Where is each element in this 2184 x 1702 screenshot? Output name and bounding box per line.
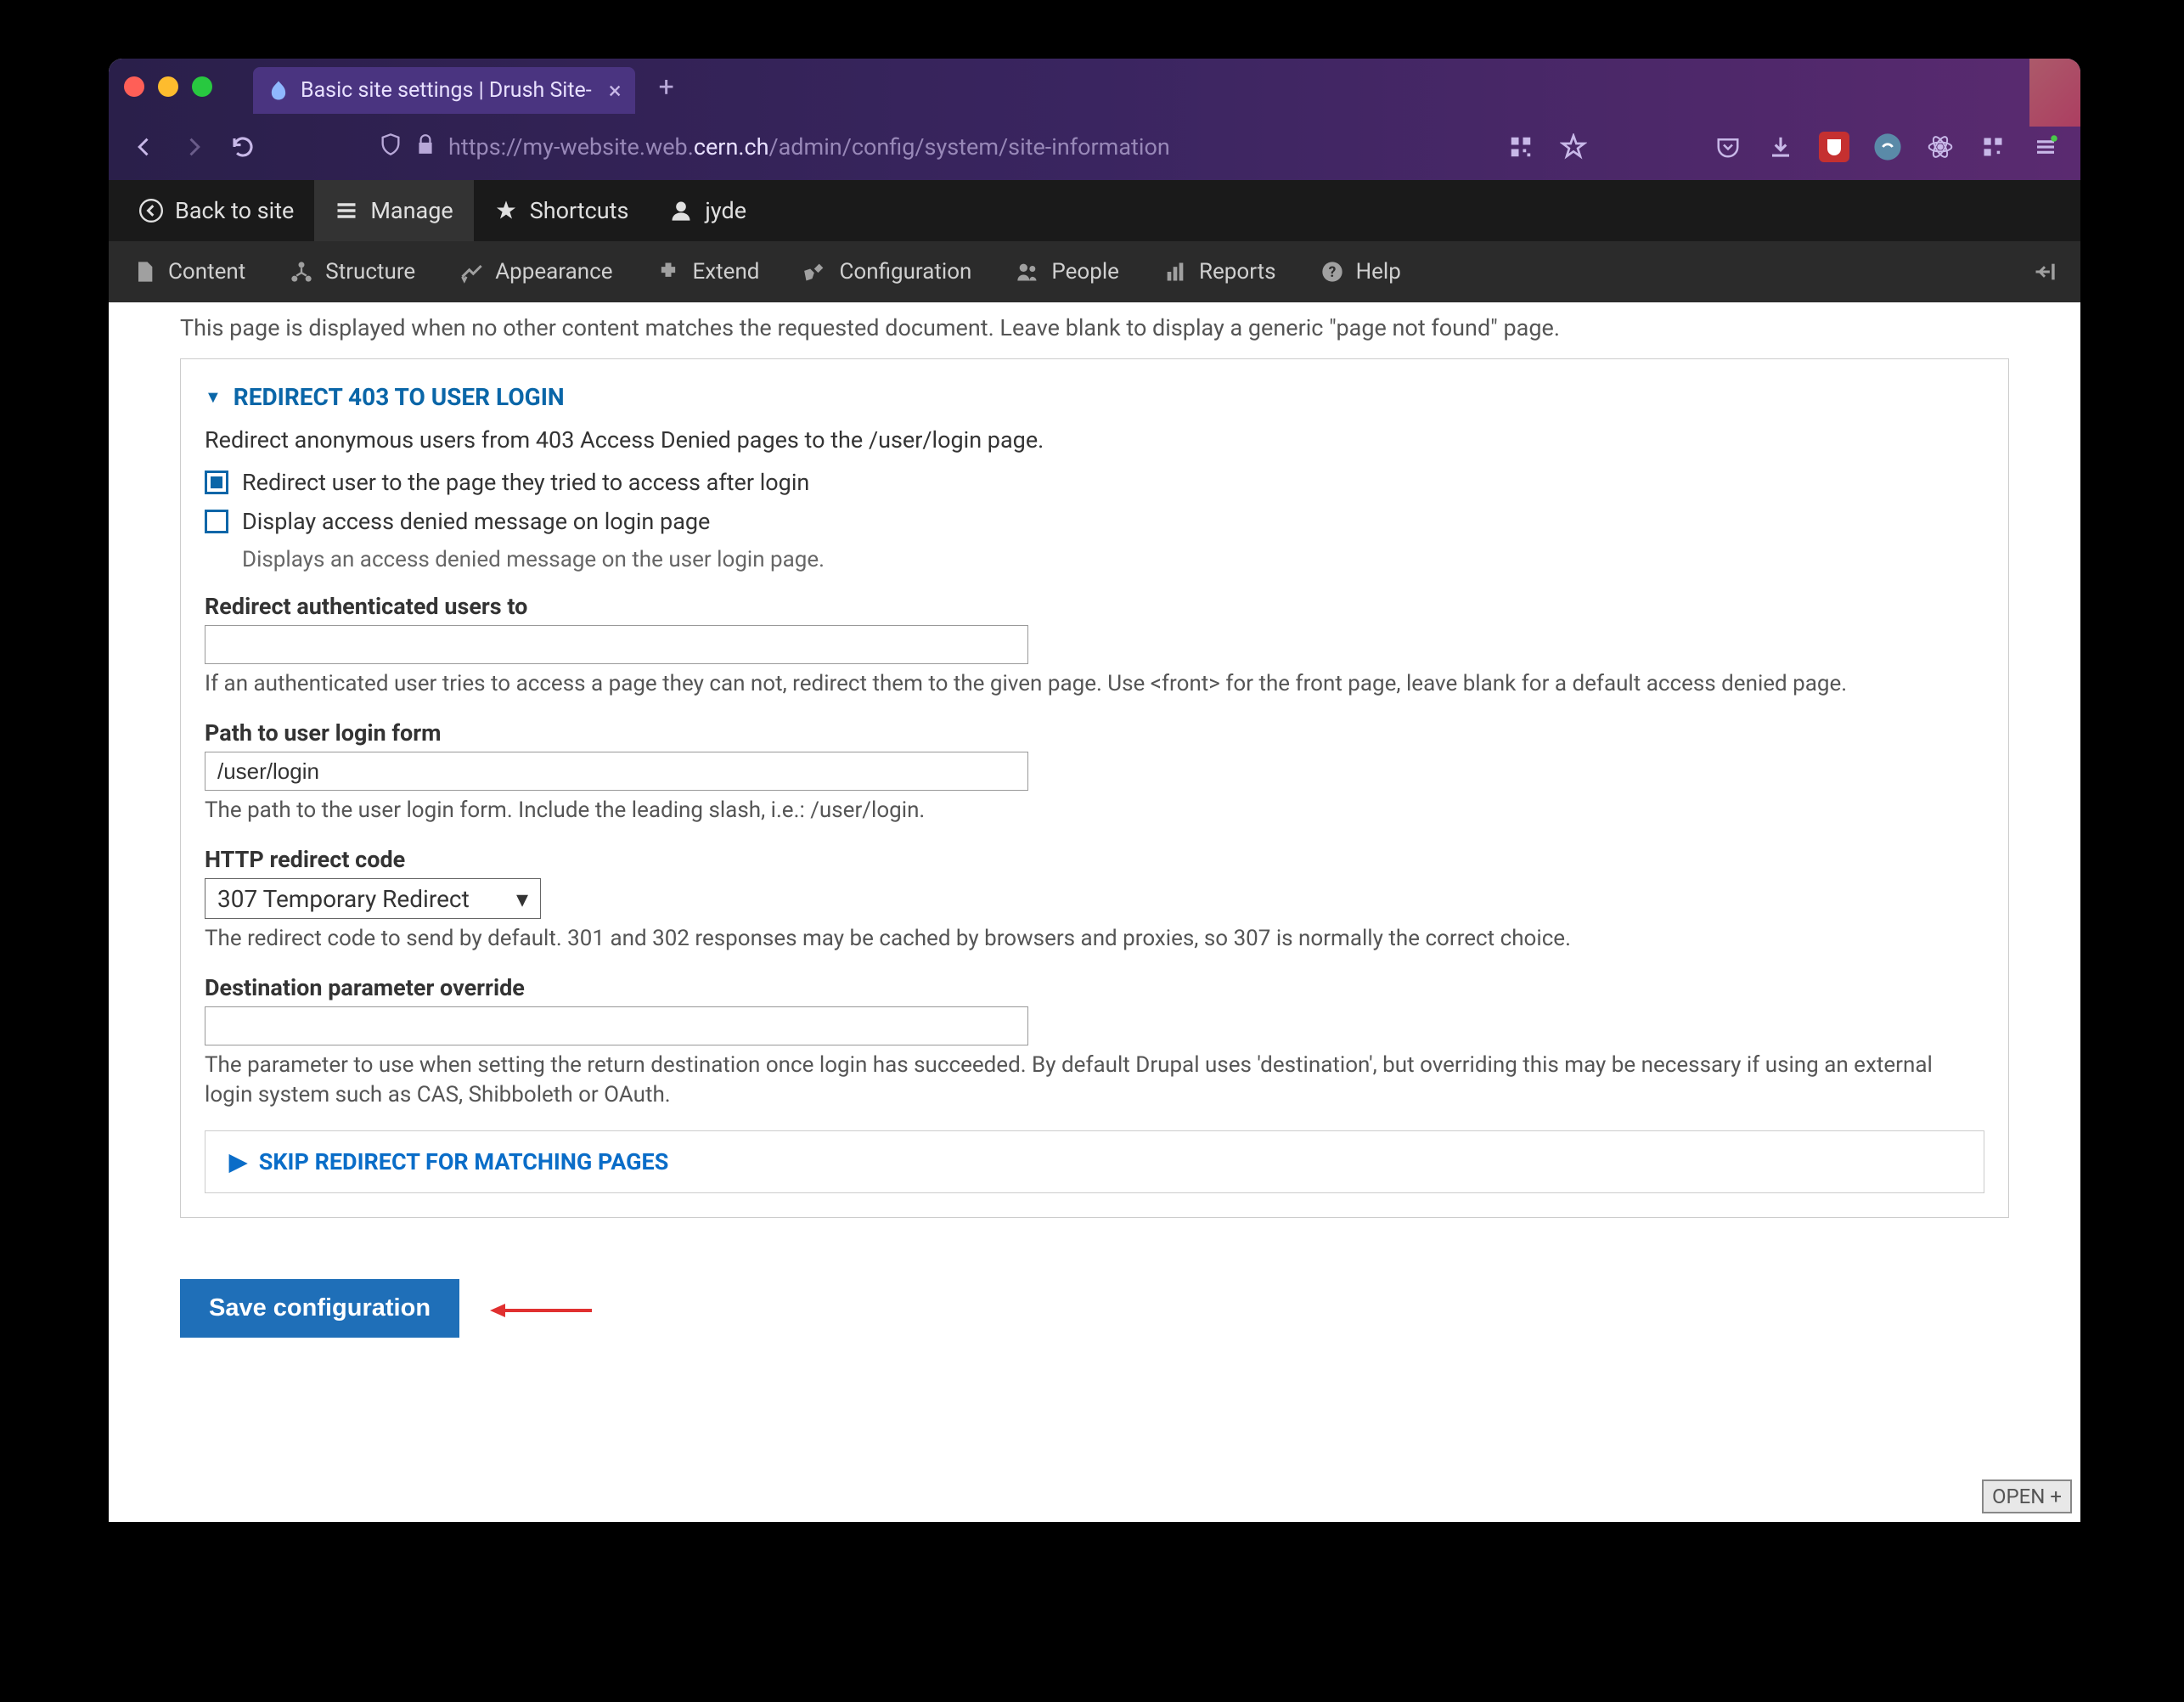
pocket-icon[interactable] bbox=[1714, 132, 1742, 161]
browser-tab[interactable]: Basic site settings | Drush Site- × bbox=[253, 67, 635, 114]
back-to-site-label: Back to site bbox=[175, 197, 294, 224]
display-denied-checkbox[interactable] bbox=[205, 510, 228, 533]
menu-extend[interactable]: Extend bbox=[634, 241, 781, 302]
menu-structure-label: Structure bbox=[325, 259, 415, 285]
manage-toggle[interactable]: Manage bbox=[314, 180, 473, 241]
minimize-window-button[interactable] bbox=[158, 76, 178, 97]
menu-people[interactable]: People bbox=[993, 241, 1141, 302]
redirect-after-login-checkbox[interactable] bbox=[205, 471, 228, 494]
menu-content-label: Content bbox=[168, 259, 245, 285]
dest-override-label: Destination parameter override bbox=[205, 974, 1984, 1001]
redirect-auth-help: If an authenticated user tries to access… bbox=[205, 669, 1984, 699]
fieldset-title-label: REDIRECT 403 TO USER LOGIN bbox=[234, 383, 565, 411]
apps-icon[interactable] bbox=[1979, 132, 2007, 161]
browser-toolbar-icons bbox=[1506, 132, 2060, 162]
http-code-label: HTTP redirect code bbox=[205, 846, 1984, 873]
url-bar[interactable]: https://my-website.web.cern.ch/admin/con… bbox=[379, 132, 1488, 162]
qr-icon[interactable] bbox=[1506, 132, 1535, 161]
back-to-site[interactable]: Back to site bbox=[119, 180, 314, 241]
drupal-admin-bar-secondary: Content Structure Appearance Extend Conf… bbox=[109, 241, 2080, 302]
user-label: jyde bbox=[705, 197, 746, 224]
new-tab-button[interactable]: + bbox=[659, 70, 674, 103]
display-denied-label: Display access denied message on login p… bbox=[242, 508, 710, 535]
display-denied-help: Displays an access denied message on the… bbox=[242, 547, 1984, 572]
chevron-down-icon: ▼ bbox=[205, 386, 222, 408]
menu-structure[interactable]: Structure bbox=[267, 241, 437, 302]
redirect-after-login-label: Redirect user to the page they tried to … bbox=[242, 469, 809, 496]
menu-reports[interactable]: Reports bbox=[1141, 241, 1298, 302]
save-configuration-button[interactable]: Save configuration bbox=[180, 1279, 459, 1338]
login-path-help: The path to the user login form. Include… bbox=[205, 796, 1984, 826]
menu-appearance[interactable]: Appearance bbox=[437, 241, 634, 302]
redirect-auth-label: Redirect authenticated users to bbox=[205, 593, 1984, 620]
redirect-403-fieldset: ▼ REDIRECT 403 TO USER LOGIN Redirect an… bbox=[180, 358, 2009, 1218]
drupal-icon bbox=[267, 79, 290, 103]
fieldset-description: Redirect anonymous users from 403 Access… bbox=[205, 426, 1984, 454]
dest-override-input[interactable] bbox=[205, 1006, 1028, 1045]
open-badge[interactable]: OPEN + bbox=[1982, 1479, 2072, 1513]
skip-redirect-toggle[interactable]: ▶ SKIP REDIRECT FOR MATCHING PAGES bbox=[229, 1148, 1960, 1175]
redirect-after-login-row: Redirect user to the page they tried to … bbox=[205, 469, 1984, 496]
shortcuts-label: Shortcuts bbox=[530, 197, 629, 224]
close-tab-icon[interactable]: × bbox=[609, 76, 622, 104]
close-window-button[interactable] bbox=[124, 76, 144, 97]
http-code-value: 307 Temporary Redirect bbox=[217, 885, 470, 913]
menu-appearance-label: Appearance bbox=[495, 259, 612, 285]
chevron-right-icon: ▶ bbox=[229, 1148, 247, 1175]
menu-extend-label: Extend bbox=[692, 259, 759, 285]
browser-window: Basic site settings | Drush Site- × + ht… bbox=[109, 59, 2080, 1522]
user-menu[interactable]: jyde bbox=[649, 180, 767, 241]
login-path-label: Path to user login form bbox=[205, 719, 1984, 747]
menu-help-label: Help bbox=[1356, 259, 1401, 285]
back-button[interactable] bbox=[129, 132, 160, 162]
arrow-annotation bbox=[490, 1288, 592, 1328]
bookmark-icon[interactable] bbox=[1559, 132, 1588, 161]
menu-reports-label: Reports bbox=[1199, 259, 1276, 285]
react-icon[interactable] bbox=[1926, 132, 1955, 161]
http-code-help: The redirect code to send by default. 30… bbox=[205, 924, 1984, 954]
ublock-icon[interactable] bbox=[1819, 132, 1849, 162]
helper-text: This page is displayed when no other con… bbox=[180, 302, 2009, 358]
save-row: Save configuration bbox=[180, 1279, 2009, 1338]
svg-text:?: ? bbox=[1328, 264, 1336, 281]
page-content: This page is displayed when no other con… bbox=[109, 302, 2080, 1409]
browser-nav-bar: https://my-website.web.cern.ch/admin/con… bbox=[109, 114, 2080, 180]
skip-redirect-fieldset: ▶ SKIP REDIRECT FOR MATCHING PAGES bbox=[205, 1130, 1984, 1193]
menu-configuration[interactable]: Configuration bbox=[781, 241, 993, 302]
redirect-auth-input[interactable] bbox=[205, 625, 1028, 664]
drupal-admin-bar-primary: Back to site Manage Shortcuts jyde bbox=[109, 180, 2080, 241]
tab-title: Basic site settings | Drush Site- bbox=[301, 78, 592, 103]
download-icon[interactable] bbox=[1766, 132, 1795, 161]
forward-button[interactable] bbox=[178, 132, 209, 162]
toolbar-orientation-toggle[interactable] bbox=[2011, 241, 2079, 302]
dest-override-help: The parameter to use when setting the re… bbox=[205, 1051, 1984, 1110]
menu-content[interactable]: Content bbox=[110, 241, 267, 302]
url-text: https://my-website.web.cern.ch/admin/con… bbox=[448, 133, 1170, 161]
reload-button[interactable] bbox=[228, 132, 258, 162]
http-code-select[interactable]: 307 Temporary Redirect ▾ bbox=[205, 878, 541, 919]
fieldset-toggle[interactable]: ▼ REDIRECT 403 TO USER LOGIN bbox=[205, 383, 1984, 411]
traffic-lights bbox=[124, 76, 212, 97]
display-denied-row: Display access denied message on login p… bbox=[205, 508, 1984, 535]
chevron-down-icon: ▾ bbox=[516, 885, 528, 913]
manage-label: Manage bbox=[370, 197, 453, 224]
login-path-input[interactable] bbox=[205, 752, 1028, 791]
decorative-gradient bbox=[2029, 59, 2080, 127]
shield-icon bbox=[379, 132, 402, 162]
extension-circle-icon[interactable] bbox=[1873, 132, 1902, 161]
menu-icon[interactable] bbox=[2031, 132, 2060, 161]
skip-redirect-label: SKIP REDIRECT FOR MATCHING PAGES bbox=[259, 1148, 669, 1175]
menu-configuration-label: Configuration bbox=[839, 259, 971, 285]
browser-tab-bar: Basic site settings | Drush Site- × + bbox=[109, 59, 2080, 114]
menu-people-label: People bbox=[1051, 259, 1119, 285]
shortcuts[interactable]: Shortcuts bbox=[474, 180, 650, 241]
maximize-window-button[interactable] bbox=[192, 76, 212, 97]
menu-help[interactable]: ? Help bbox=[1298, 241, 1423, 302]
lock-icon bbox=[414, 133, 436, 161]
